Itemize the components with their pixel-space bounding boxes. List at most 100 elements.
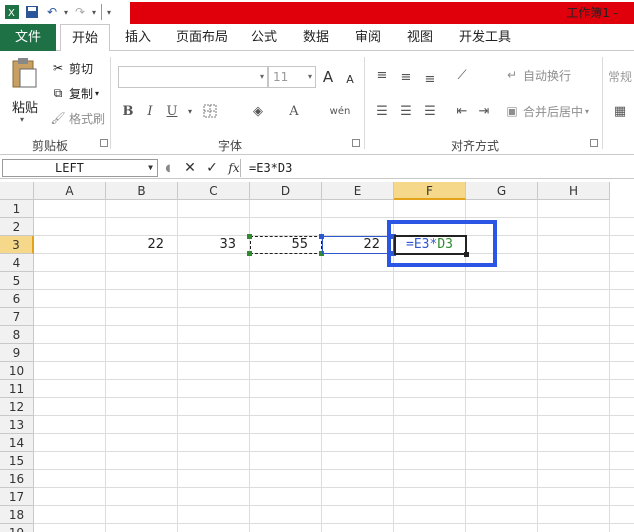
- align-right-icon[interactable]: ☰: [420, 101, 440, 121]
- ref-handle[interactable]: [319, 234, 324, 239]
- row-header-13[interactable]: 13: [0, 416, 34, 434]
- row-header-16[interactable]: 16: [0, 470, 34, 488]
- formula-ref-d3: D3: [437, 237, 453, 252]
- worksheet-grid[interactable]: ABCDEFGH 12345678910111213141516171819 2…: [0, 182, 634, 532]
- fill-color-icon[interactable]: ◈: [248, 101, 268, 121]
- tab-file[interactable]: 文件: [0, 24, 56, 51]
- row-header-17[interactable]: 17: [0, 488, 34, 506]
- underline-button[interactable]: U: [162, 101, 182, 121]
- grid-line: [34, 343, 634, 344]
- grid-line: [34, 307, 634, 308]
- clipboard-launcher-icon[interactable]: [100, 139, 108, 147]
- name-box[interactable]: LEFT ▼: [2, 159, 158, 177]
- column-header-a[interactable]: A: [34, 182, 106, 200]
- column-header-d[interactable]: D: [250, 182, 322, 200]
- row-header-14[interactable]: 14: [0, 434, 34, 452]
- cell-f3-editing[interactable]: =E3*D3: [394, 235, 467, 255]
- row-header-1[interactable]: 1: [0, 200, 34, 218]
- tab-review[interactable]: 审阅: [348, 24, 388, 51]
- border-icon[interactable]: [200, 101, 220, 121]
- merge-dropdown-icon[interactable]: ▾: [585, 107, 589, 116]
- copy-dropdown-icon[interactable]: ▾: [95, 89, 99, 98]
- cut-button[interactable]: ✂ 剪切: [50, 58, 93, 78]
- tab-formulas[interactable]: 公式: [244, 24, 284, 51]
- formula-input[interactable]: =E3*D3: [240, 159, 634, 177]
- tab-insert[interactable]: 插入: [116, 24, 160, 51]
- row-header-4[interactable]: 4: [0, 254, 34, 272]
- row-header-3[interactable]: 3: [0, 236, 34, 254]
- align-bottom-icon[interactable]: ≡: [420, 69, 440, 89]
- copy-button[interactable]: ⧉ 复制 ▾: [50, 83, 99, 103]
- select-all-button[interactable]: [0, 182, 34, 200]
- row-header-2[interactable]: 2: [0, 218, 34, 236]
- row-header-7[interactable]: 7: [0, 308, 34, 326]
- bold-button[interactable]: B: [118, 101, 138, 121]
- fill-handle[interactable]: [464, 252, 469, 257]
- grid-line: [34, 397, 634, 398]
- customize-qat-icon[interactable]: ▾: [105, 2, 113, 22]
- paste-button[interactable]: 粘贴 ▾: [4, 55, 46, 127]
- row-header-18[interactable]: 18: [0, 506, 34, 524]
- number-format-combo[interactable]: 常规: [608, 68, 632, 85]
- underline-dropdown-icon[interactable]: ▾: [180, 101, 200, 121]
- tab-developer[interactable]: 开发工具: [452, 24, 518, 51]
- redo-icon[interactable]: ↷: [70, 2, 90, 22]
- row-header-8[interactable]: 8: [0, 326, 34, 344]
- window-title: 工作簿1 -: [566, 6, 618, 20]
- decrease-indent-icon[interactable]: ⇤: [452, 101, 472, 121]
- row-header-12[interactable]: 12: [0, 398, 34, 416]
- align-center-icon[interactable]: ☰: [396, 101, 416, 121]
- undo-dropdown-icon[interactable]: ▾: [62, 2, 70, 22]
- row-header-9[interactable]: 9: [0, 344, 34, 362]
- save-icon[interactable]: [22, 2, 42, 22]
- column-header-g[interactable]: G: [466, 182, 538, 200]
- font-launcher-icon[interactable]: [352, 139, 360, 147]
- alignment-launcher-icon[interactable]: [590, 139, 598, 147]
- increase-indent-icon[interactable]: ⇥: [474, 101, 494, 121]
- tab-page-layout[interactable]: 页面布局: [170, 24, 234, 51]
- align-middle-icon[interactable]: ≡: [396, 67, 416, 87]
- row-header-10[interactable]: 10: [0, 362, 34, 380]
- column-header-h[interactable]: H: [538, 182, 610, 200]
- font-size-value: 11: [273, 70, 289, 84]
- row-header-19[interactable]: 19: [0, 524, 34, 532]
- font-name-combo[interactable]: ▾: [118, 66, 268, 88]
- orientation-icon[interactable]: ⟋: [452, 65, 472, 85]
- currency-icon[interactable]: ▦: [610, 101, 630, 121]
- tab-home[interactable]: 开始: [60, 24, 110, 52]
- font-size-combo[interactable]: 11 ▾: [268, 66, 316, 88]
- font-color-icon[interactable]: A: [284, 101, 304, 121]
- grid-line: [34, 451, 634, 452]
- column-header-c[interactable]: C: [178, 182, 250, 200]
- ref-handle[interactable]: [247, 234, 252, 239]
- column-header-b[interactable]: B: [106, 182, 178, 200]
- tab-data[interactable]: 数据: [296, 24, 336, 51]
- cell-b3[interactable]: 22: [106, 236, 178, 254]
- format-painter-button[interactable]: 🖌 格式刷: [50, 108, 105, 128]
- grid-line: [609, 200, 610, 532]
- wrap-text-button[interactable]: ↵ 自动换行: [504, 65, 571, 85]
- ref-handle[interactable]: [247, 251, 252, 256]
- italic-button[interactable]: I: [140, 101, 160, 121]
- redo-dropdown-icon[interactable]: ▾: [90, 2, 98, 22]
- grow-font-button[interactable]: A: [318, 67, 338, 87]
- column-header-e[interactable]: E: [322, 182, 394, 200]
- merge-center-button[interactable]: ▣ 合并后居中 ▾: [504, 101, 589, 121]
- shrink-font-button[interactable]: A: [340, 69, 360, 89]
- phonetic-icon[interactable]: wén: [330, 101, 351, 121]
- grid-line: [34, 361, 634, 362]
- row-header-5[interactable]: 5: [0, 272, 34, 290]
- align-left-icon[interactable]: ☰: [372, 101, 392, 121]
- grid-line: [34, 325, 634, 326]
- row-header-6[interactable]: 6: [0, 290, 34, 308]
- cancel-icon[interactable]: ✕: [182, 160, 198, 176]
- column-header-f[interactable]: F: [394, 182, 466, 200]
- paste-dropdown-icon[interactable]: ▾: [20, 115, 24, 124]
- tab-view[interactable]: 视图: [400, 24, 440, 51]
- row-header-15[interactable]: 15: [0, 452, 34, 470]
- undo-icon[interactable]: ↶: [42, 2, 62, 22]
- row-header-11[interactable]: 11: [0, 380, 34, 398]
- align-top-icon[interactable]: ≡: [372, 65, 392, 85]
- cell-c3[interactable]: 33: [178, 236, 250, 254]
- enter-icon[interactable]: ✓: [204, 160, 220, 176]
